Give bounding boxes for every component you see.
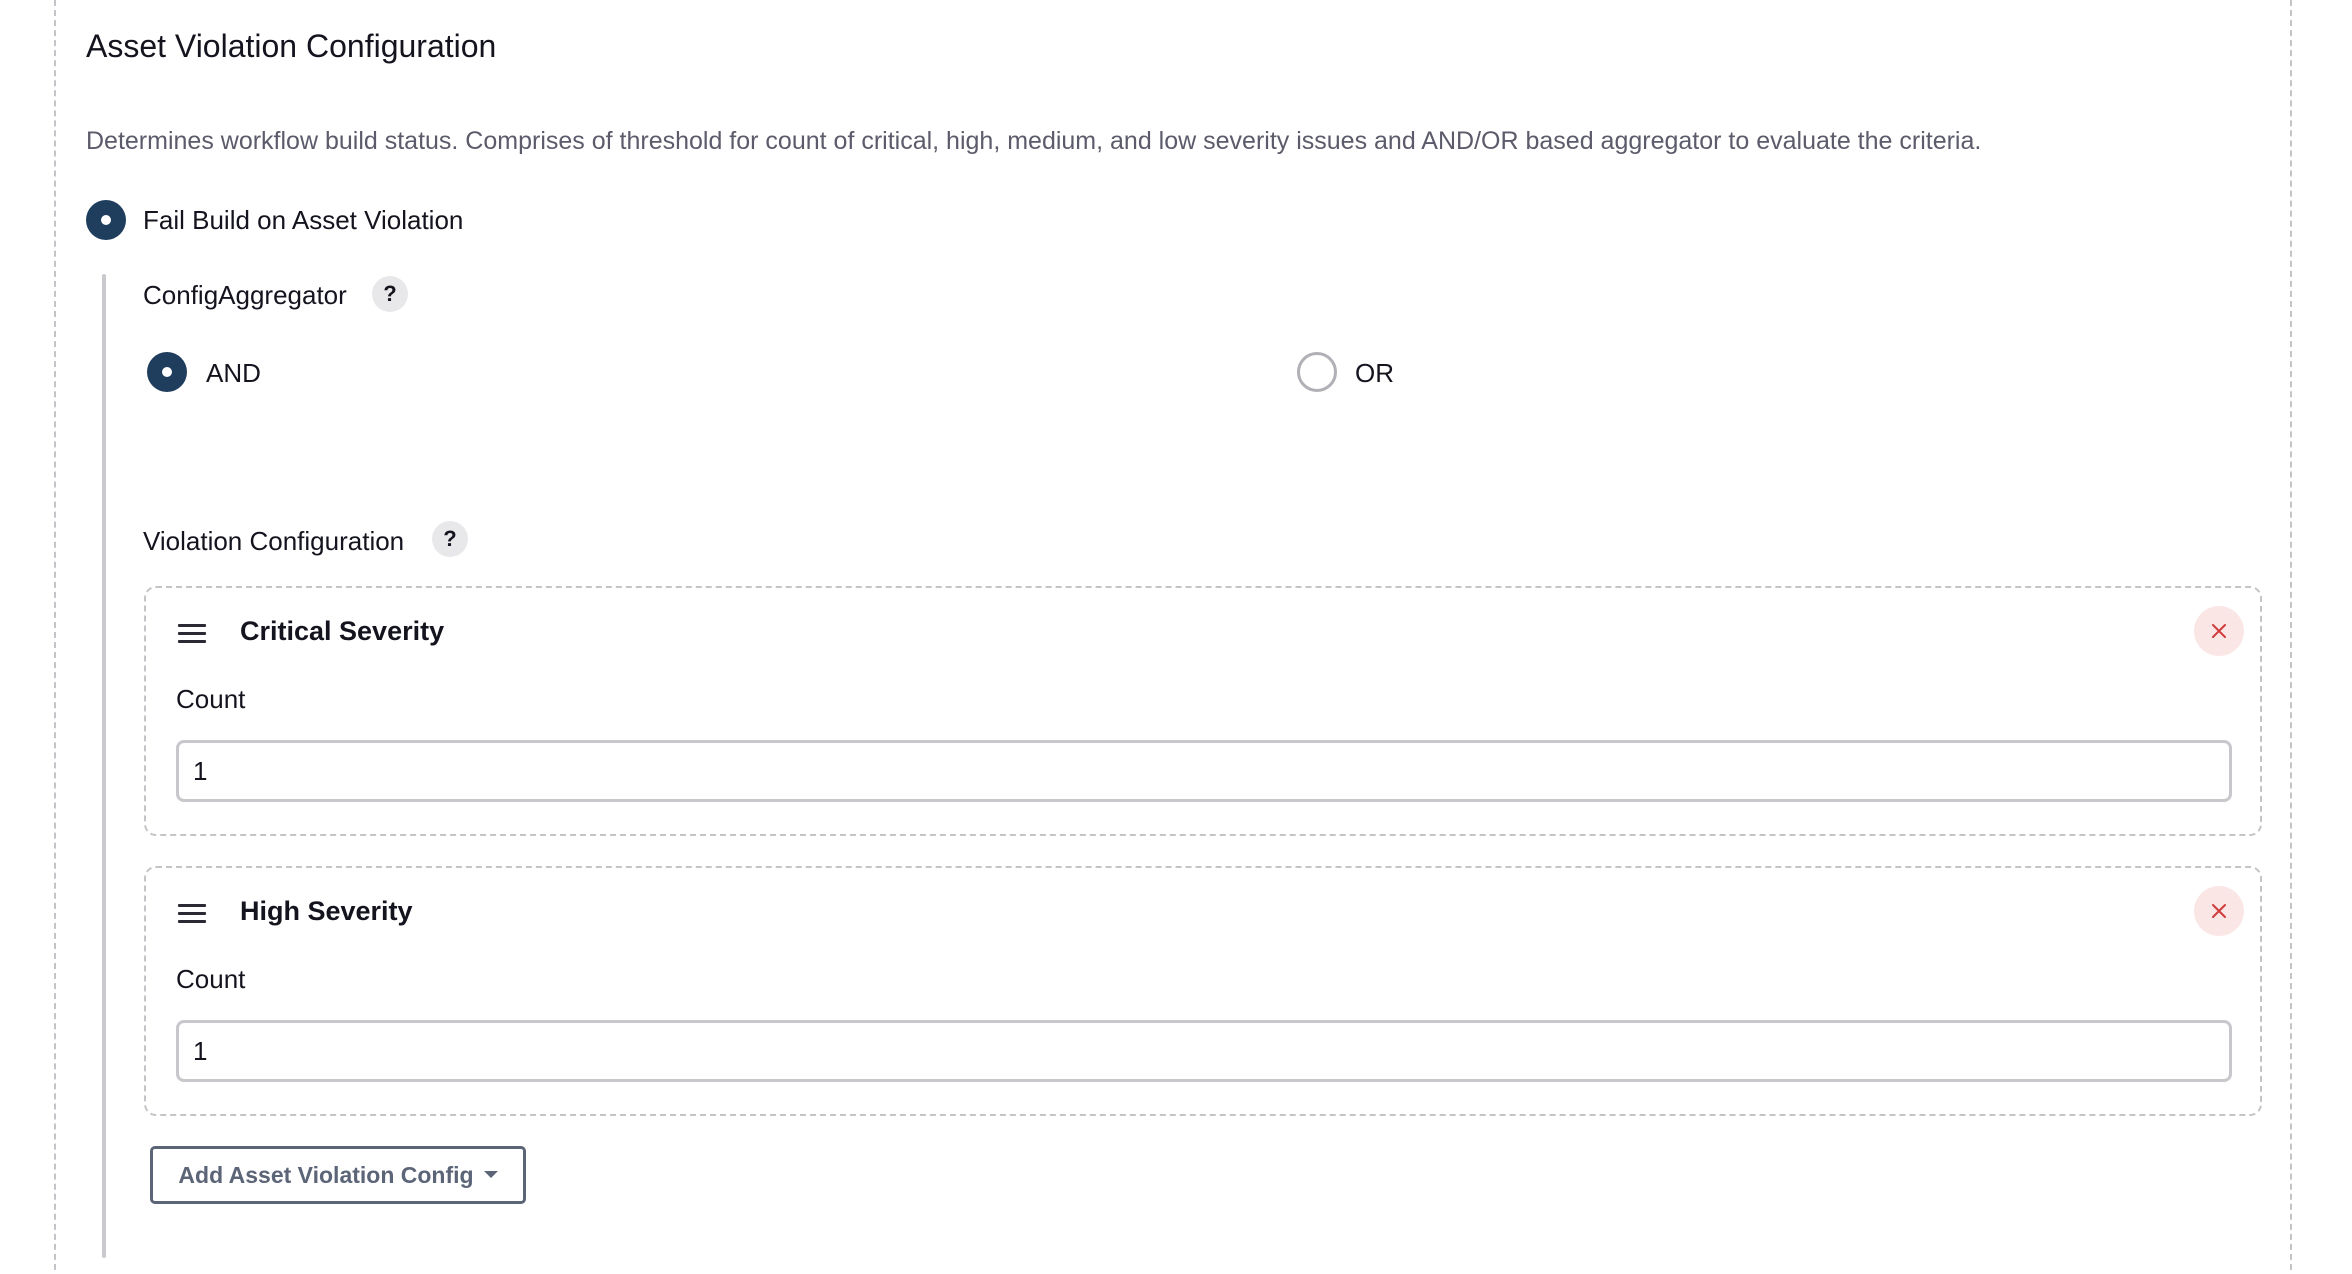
asset-violation-page: Asset Violation Configuration Determines… [0, 0, 2352, 1274]
remove-card-button[interactable] [2194, 886, 2244, 936]
close-icon [2212, 624, 2226, 638]
violation-configuration-label: Violation Configuration [143, 526, 405, 556]
remove-card-button[interactable] [2194, 606, 2244, 656]
drag-handle-icon[interactable] [178, 624, 206, 644]
aggregator-or-label[interactable]: OR [1355, 358, 1394, 389]
fail-build-label[interactable]: Fail Build on Asset Violation [143, 205, 463, 236]
fail-build-radio[interactable] [86, 200, 126, 240]
count-label: Count [176, 684, 246, 714]
drag-handle-icon[interactable] [178, 904, 206, 924]
nested-options-line [102, 274, 106, 1258]
card-title: Critical Severity [240, 616, 445, 646]
count-input[interactable] [176, 1020, 2232, 1082]
config-aggregator-label: ConfigAggregator [143, 280, 347, 310]
aggregator-and-label[interactable]: AND [206, 358, 261, 389]
high-severity-card: High Severity Count [144, 866, 2262, 1116]
config-aggregator-help-icon[interactable]: ? [372, 276, 408, 312]
section-title: Asset Violation Configuration [86, 28, 497, 64]
aggregator-or-radio[interactable] [1297, 352, 1337, 392]
count-input[interactable] [176, 740, 2232, 802]
violation-configuration-help-icon[interactable]: ? [432, 521, 468, 557]
caret-down-icon [483, 1171, 498, 1179]
section-description: Determines workflow build status. Compri… [86, 127, 1982, 155]
add-asset-violation-config-button[interactable]: Add Asset Violation Config [150, 1146, 526, 1204]
count-label: Count [176, 964, 246, 994]
card-title: High Severity [240, 896, 413, 926]
add-button-label: Add Asset Violation Config [178, 1162, 474, 1188]
critical-severity-card: Critical Severity Count [144, 586, 2262, 836]
aggregator-and-radio[interactable] [147, 352, 187, 392]
close-icon [2212, 904, 2226, 918]
